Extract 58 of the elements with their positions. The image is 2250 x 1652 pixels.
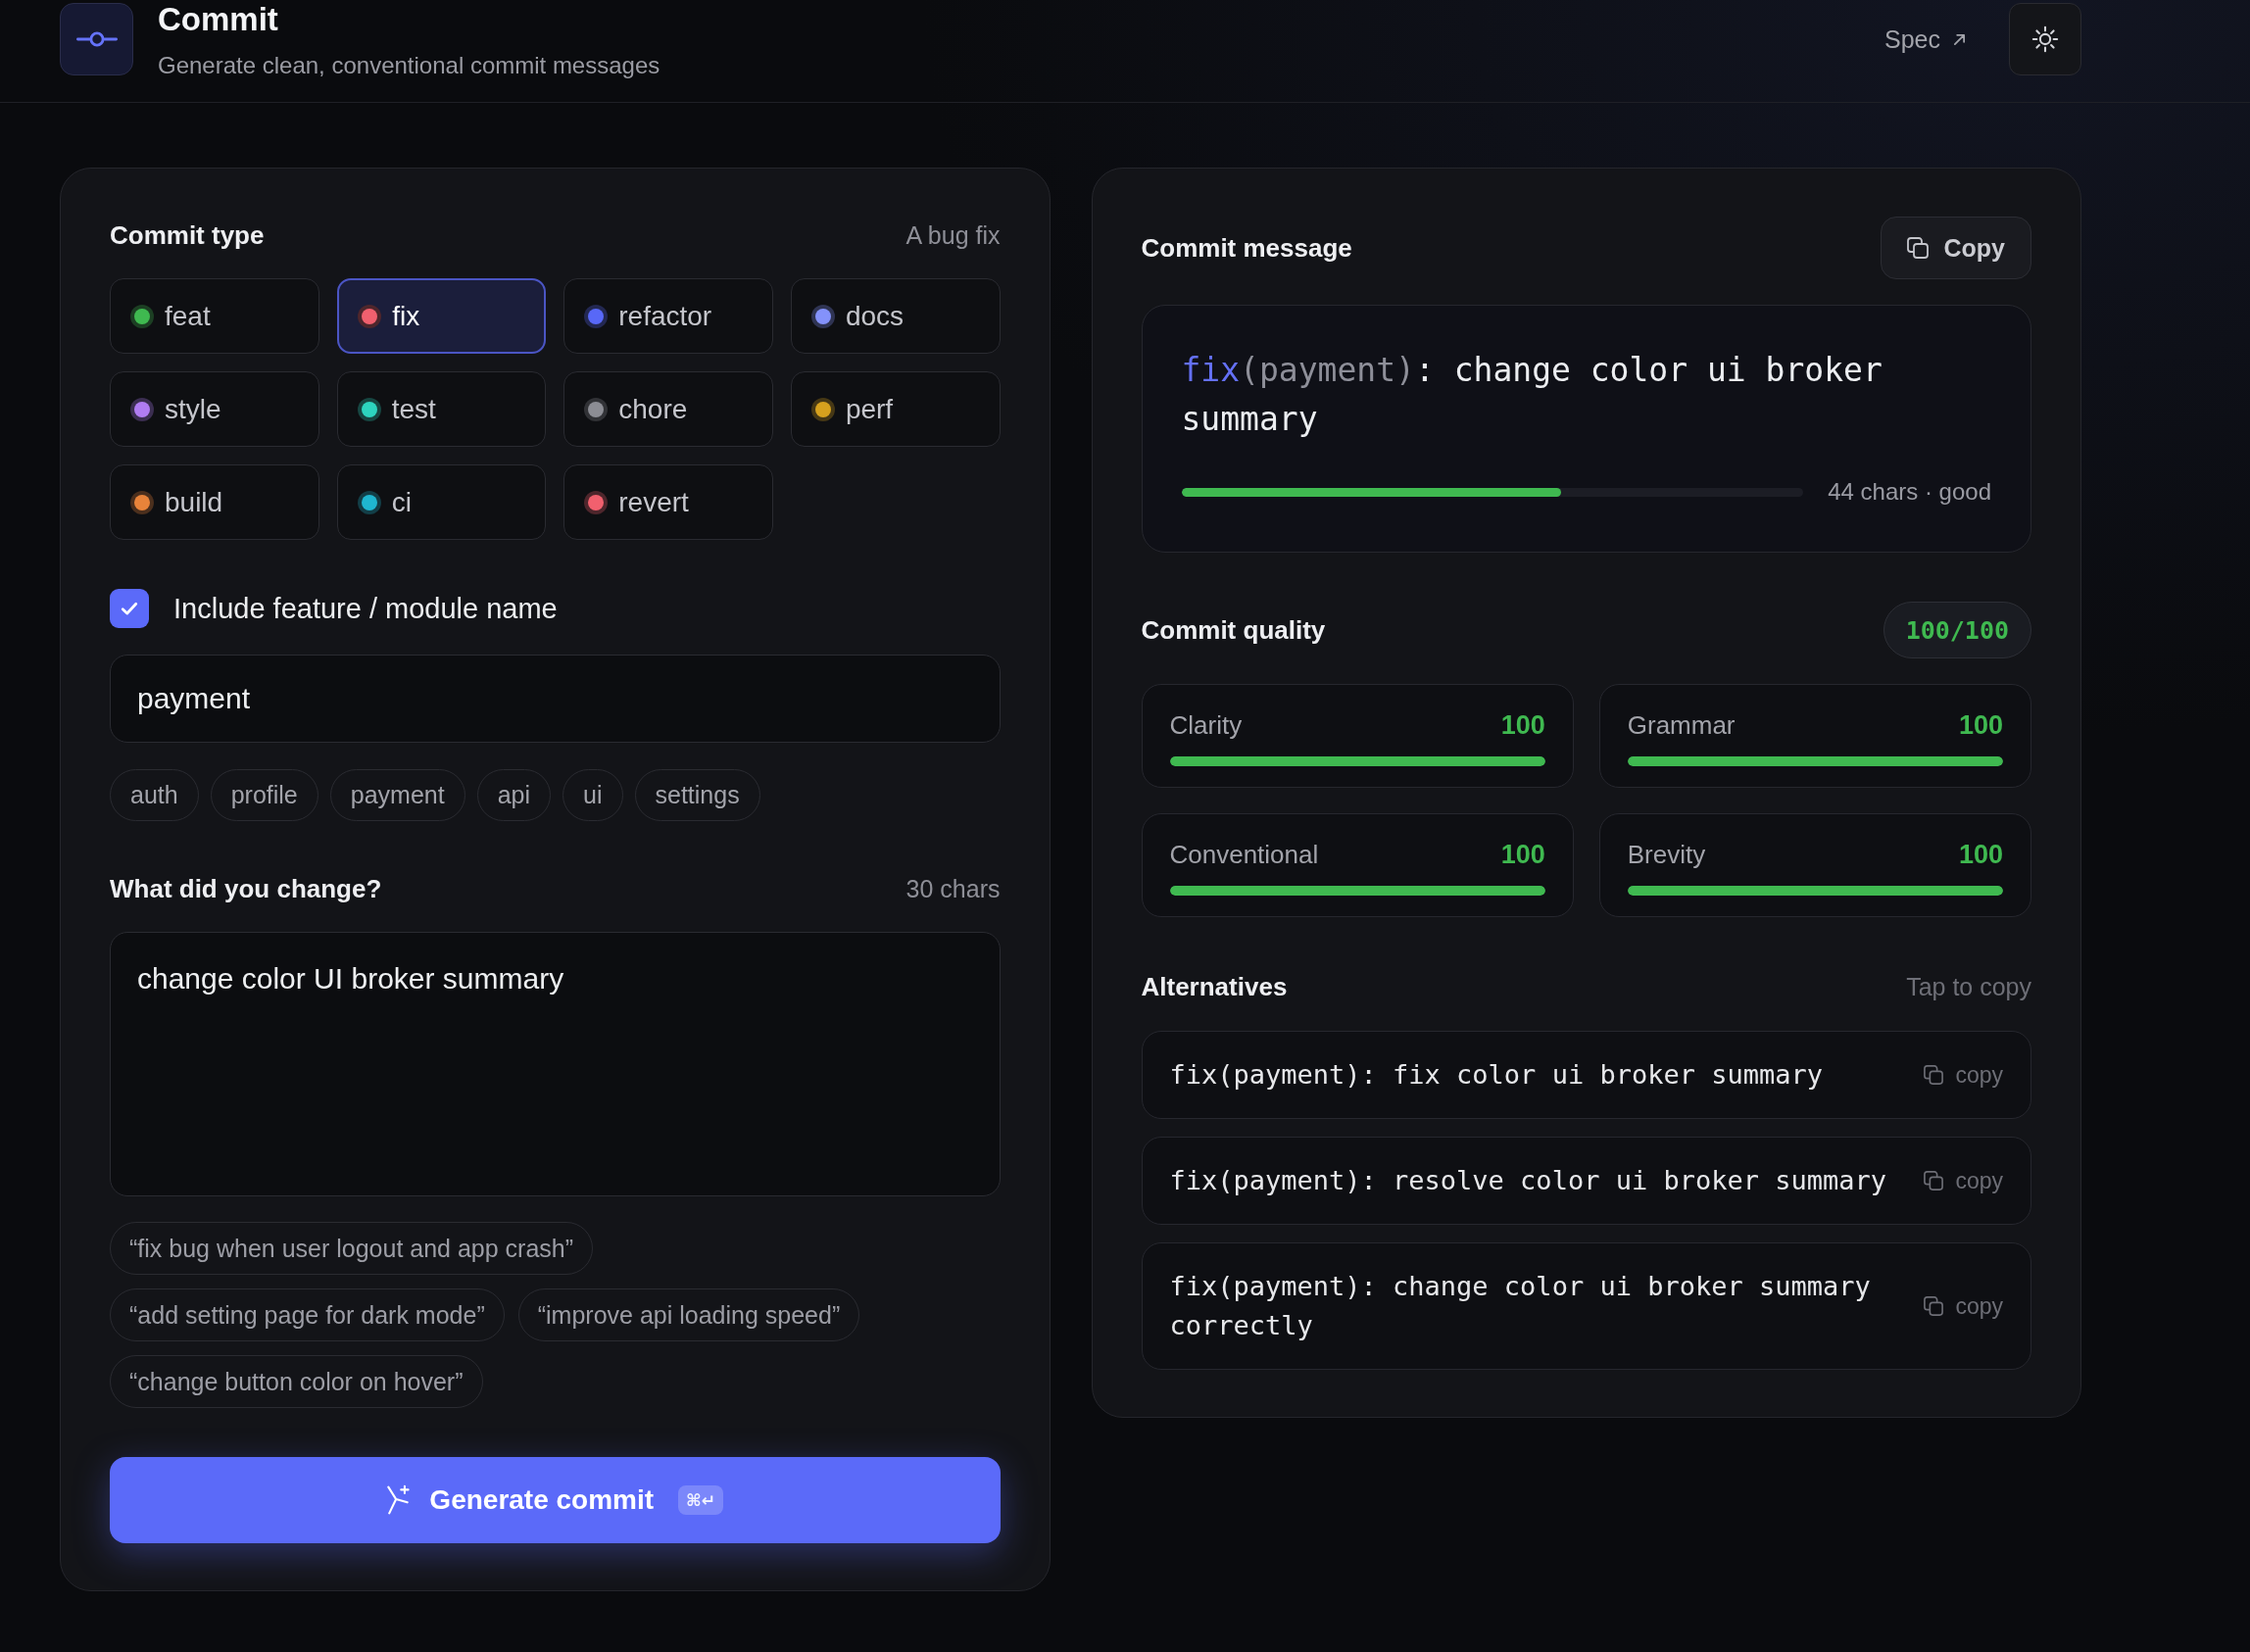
copy-icon xyxy=(1906,237,1929,259)
theme-toggle-button[interactable] xyxy=(2009,3,2081,75)
alternative-text: fix(payment): change color ui broker summary correctly xyxy=(1169,1270,1872,1342)
metric-label: Brevity xyxy=(1627,839,1706,870)
commit-logo-icon xyxy=(60,3,133,75)
commit-type-option[interactable]: docs xyxy=(790,278,1001,354)
checkbox[interactable] xyxy=(110,589,149,628)
copy-icon xyxy=(1924,1296,1944,1316)
wand-icon xyxy=(386,1484,411,1516)
metric-label: Conventional xyxy=(1169,839,1319,870)
section-title: What did you change? xyxy=(110,873,382,904)
generate-commit-button[interactable]: Generate commit ⌘↵ xyxy=(110,1457,1001,1543)
metric-score: 100 xyxy=(1500,709,1545,741)
section-title: Commit quality xyxy=(1141,614,1326,646)
length-reading: 44 chars · good xyxy=(1828,478,1991,506)
alternatives-hint: Tap to copy xyxy=(1906,972,2031,1001)
commit-type-option[interactable]: perf xyxy=(790,371,1001,447)
metric-score: 100 xyxy=(1500,839,1545,870)
metric-score: 100 xyxy=(1958,709,2003,741)
metric-label: Grammar xyxy=(1627,709,1736,741)
alternative-item[interactable]: fix(payment): resolve color ui broker summary copy xyxy=(1141,1137,2031,1225)
commit-type-option[interactable]: feat xyxy=(110,278,319,354)
quality-total: 100/100 xyxy=(1883,602,2031,658)
sun-icon xyxy=(2031,25,2059,53)
module-input[interactable]: payment xyxy=(110,655,1001,743)
arrow-up-right-icon xyxy=(1953,32,1966,46)
shortcut-hint: ⌘↵ xyxy=(678,1485,724,1515)
section-title: Commit type xyxy=(110,219,265,251)
commit-type-option[interactable]: refactor xyxy=(563,278,773,354)
commit-type-option[interactable]: style xyxy=(110,371,319,447)
commit-type-option[interactable]: build xyxy=(110,464,319,540)
alternative-text: fix(payment): resolve color ui broker summary xyxy=(1169,1164,1887,1197)
checkbox-label: Include feature / module name xyxy=(173,592,558,625)
char-count: 30 chars xyxy=(905,874,1001,903)
copy-icon xyxy=(1924,1171,1944,1190)
commit-type-option[interactable]: test xyxy=(336,371,547,447)
app-title: Commit xyxy=(158,2,278,37)
metric-label: Clarity xyxy=(1169,709,1243,741)
alternative-item[interactable]: fix(payment): fix color ui broker summary copy xyxy=(1141,1031,2031,1119)
copy-icon xyxy=(1924,1065,1944,1085)
alternative-item[interactable]: fix(payment): change color ui broker summary correctly copy xyxy=(1141,1242,2031,1370)
commit-type-option[interactable]: revert xyxy=(563,464,773,540)
section-title: Commit message xyxy=(1141,232,1352,264)
copy-button[interactable]: copy xyxy=(1924,1292,2003,1320)
alternative-text: fix(payment): fix color ui broker summary xyxy=(1169,1058,1824,1092)
copy-button[interactable]: copy xyxy=(1924,1167,2003,1194)
commit-type-option[interactable]: chore xyxy=(563,371,773,447)
copy-button[interactable]: copy xyxy=(1924,1061,2003,1089)
commit-type-option[interactable]: fix xyxy=(336,278,547,354)
spec-link[interactable]: Spec xyxy=(1884,24,1966,54)
metric-score: 100 xyxy=(1958,839,2003,870)
commit-type-option[interactable]: ci xyxy=(336,464,547,540)
type-description: A bug fix xyxy=(905,220,1001,250)
change-input[interactable]: change color UI broker summary xyxy=(110,932,1001,1196)
section-title: Alternatives xyxy=(1141,971,1288,1002)
copy-button[interactable]: Copy xyxy=(1880,217,2031,279)
commit-message-text: fix(payment): change color ui broker summary xyxy=(1181,350,1883,440)
app-subtitle: Generate clean, conventional commit messages xyxy=(158,51,660,80)
